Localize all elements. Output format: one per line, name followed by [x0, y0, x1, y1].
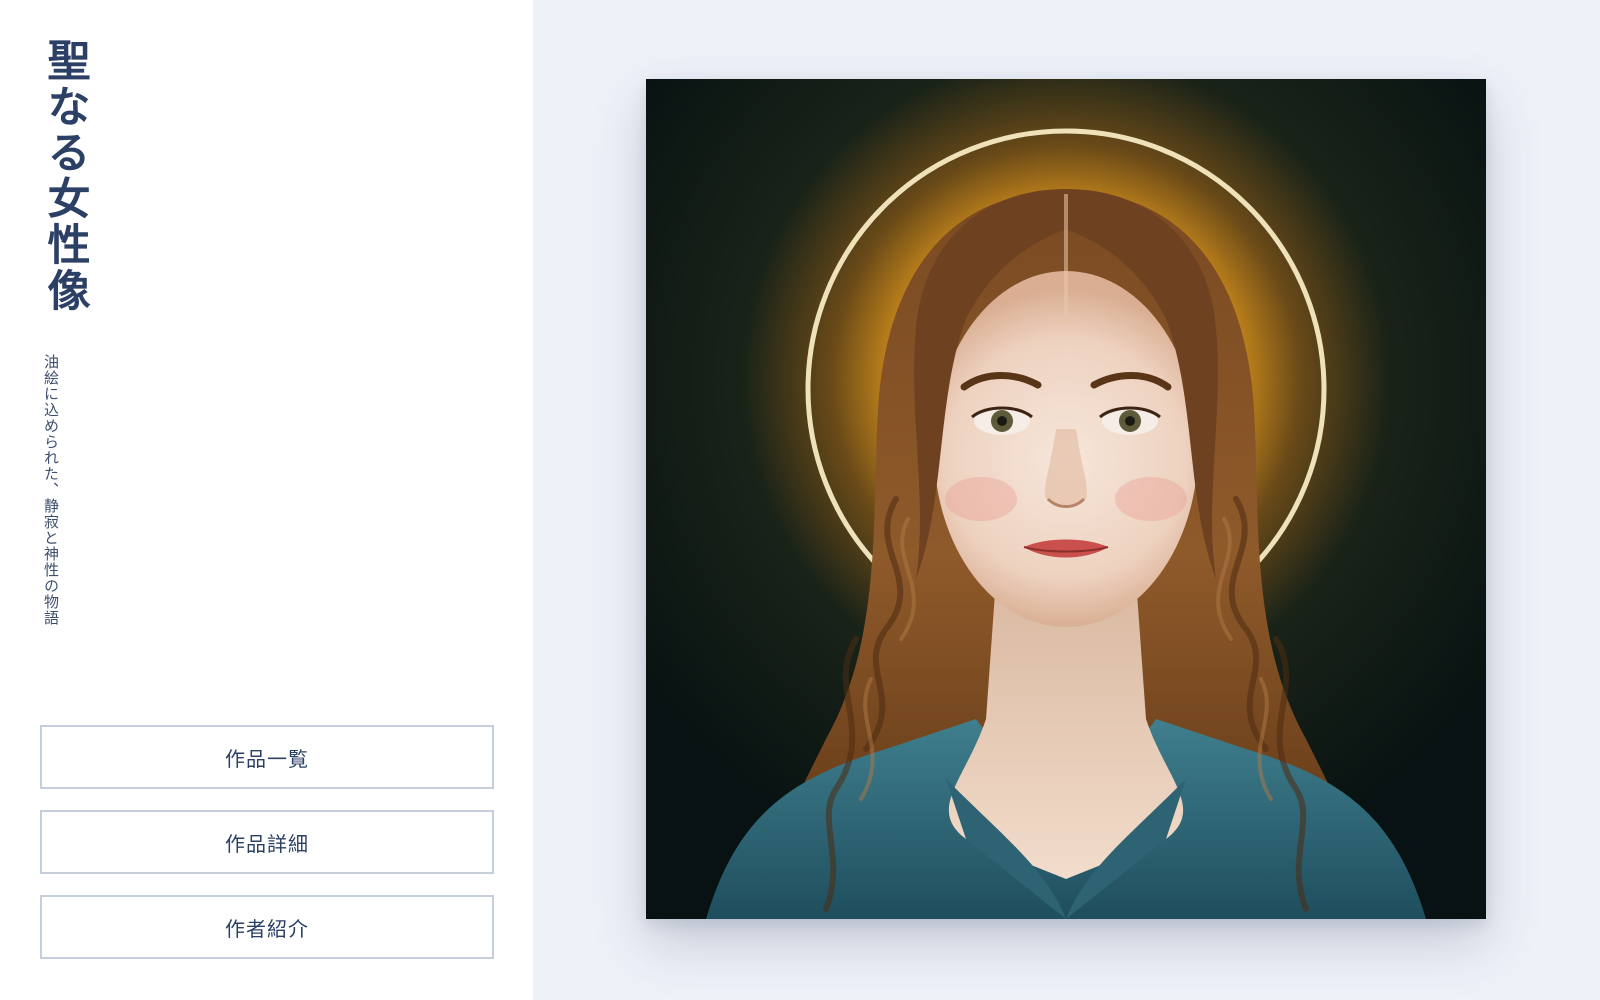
- artwork-image: [646, 79, 1486, 919]
- site-title: 聖なる女性像: [40, 38, 90, 314]
- sidebar: 聖なる女性像 油絵に込められた、静寂と神性の物語 作品一覧 作品詳細 作者紹介: [0, 0, 533, 1000]
- painting-illustration: [646, 79, 1486, 919]
- nav-button-works-list[interactable]: 作品一覧: [40, 725, 494, 789]
- site-subtitle: 油絵に込められた、静寂と神性の物語: [42, 354, 60, 626]
- nav-button-artist-profile[interactable]: 作者紹介: [40, 895, 494, 959]
- nav-button-work-detail[interactable]: 作品詳細: [40, 810, 494, 874]
